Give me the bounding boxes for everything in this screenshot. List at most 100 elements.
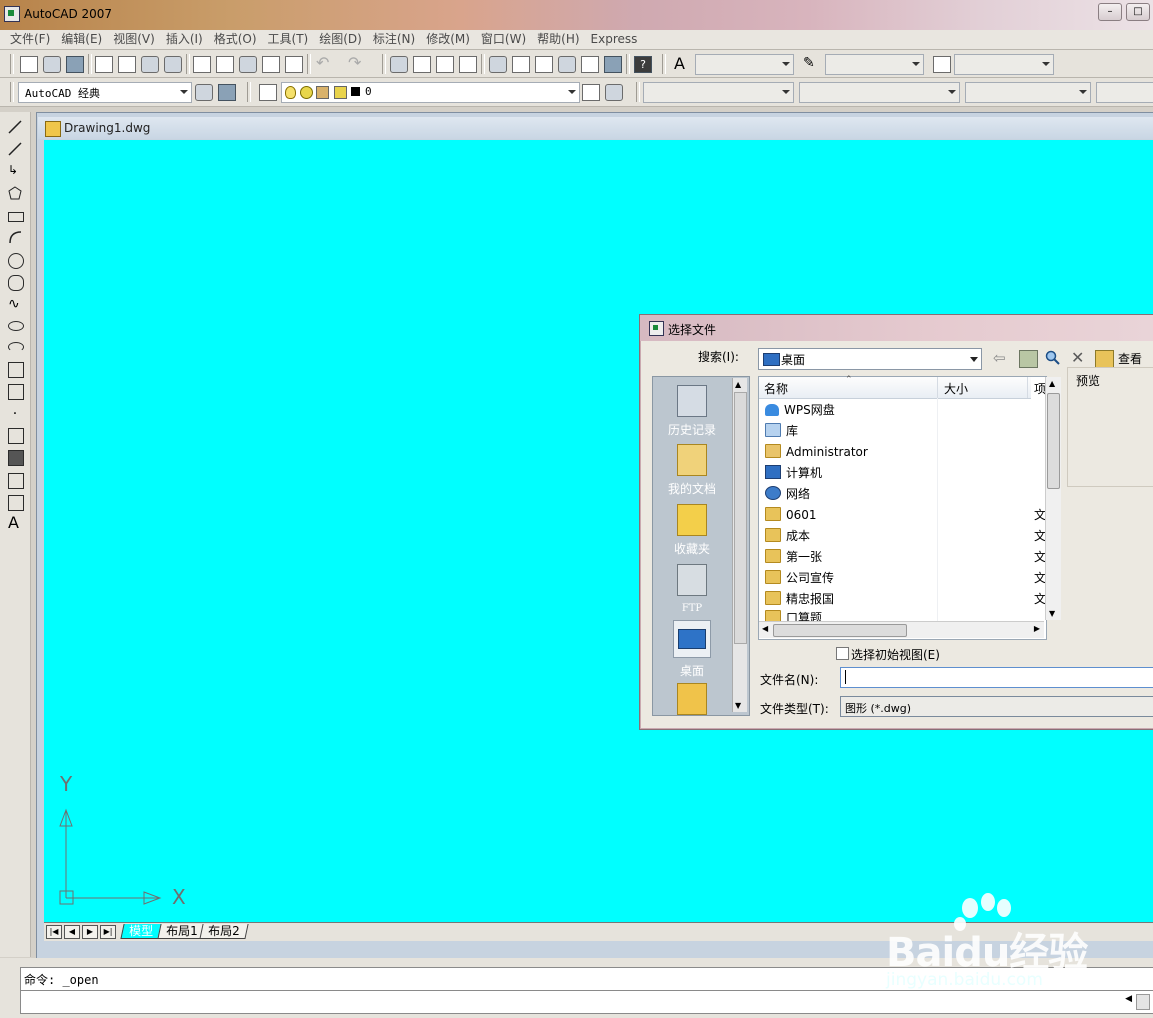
autocad-app-icon[interactable] (4, 6, 20, 22)
list-item[interactable]: 成本文 (765, 526, 1046, 547)
menu-dimension[interactable]: 标注(N) (369, 30, 422, 49)
layer-manager-icon[interactable] (259, 84, 277, 101)
zoom-window-icon[interactable] (436, 56, 454, 73)
text-style-combo[interactable] (695, 54, 794, 75)
3d-dwf-icon[interactable] (164, 56, 182, 73)
command-input[interactable]: ◀ (20, 990, 1153, 1014)
list-item[interactable]: 公司宣传文 (765, 568, 1046, 589)
delete-icon[interactable]: ✕ (1071, 350, 1088, 366)
file-list-hscroll[interactable]: ◀ ▶ (759, 621, 1044, 638)
place-history[interactable]: 历史记录 (653, 385, 731, 438)
list-item[interactable]: 0601 文 (765, 505, 1046, 526)
place-ftp[interactable]: FTP (653, 564, 731, 614)
last-tab-button[interactable]: ▶| (100, 925, 116, 939)
revision-cloud-icon[interactable] (8, 275, 24, 291)
menu-express[interactable]: Express (587, 30, 645, 49)
workspace-combo[interactable]: AutoCAD 经典 (18, 82, 192, 103)
tool-palettes-icon[interactable] (535, 56, 553, 73)
design-center-icon[interactable] (512, 56, 530, 73)
menu-modify[interactable]: 修改(M) (422, 30, 477, 49)
menu-help[interactable]: 帮助(H) (533, 30, 586, 49)
save-icon[interactable] (66, 56, 84, 73)
zoom-previous-icon[interactable] (459, 56, 477, 73)
place-more[interactable] (653, 683, 731, 719)
command-scroll-thumb[interactable] (1136, 994, 1150, 1010)
properties-icon[interactable] (489, 56, 507, 73)
match-properties-icon[interactable] (262, 56, 280, 73)
new-folder-icon[interactable] (1095, 350, 1114, 368)
ellipse-icon[interactable] (8, 321, 24, 331)
file-list-vscroll[interactable]: ▲ ▼ (1045, 377, 1061, 620)
place-desktop[interactable]: 桌面 (653, 620, 731, 679)
color-combo[interactable] (643, 82, 794, 103)
initial-view-checkbox[interactable] (836, 647, 849, 660)
list-item[interactable]: 第一张文 (765, 547, 1046, 568)
column-name[interactable]: 名称 (764, 380, 788, 397)
menu-file[interactable]: 文件(F) (0, 30, 57, 49)
cut-icon[interactable] (193, 56, 211, 73)
dim-style-icon[interactable]: ✎ (803, 56, 819, 71)
places-scrollbar[interactable]: ▲ ▼ (732, 378, 747, 712)
linetype-combo[interactable] (799, 82, 960, 103)
next-tab-button[interactable]: ▶ (82, 925, 98, 939)
filetype-combo[interactable]: 图形 (*.dwg) (840, 696, 1153, 717)
list-item[interactable]: 网络 (765, 484, 1031, 505)
list-item[interactable]: Administrator (765, 442, 1031, 463)
first-tab-button[interactable]: |◀ (46, 925, 62, 939)
place-my-documents[interactable]: 我的文档 (653, 444, 731, 497)
menu-view[interactable]: 视图(V) (109, 30, 162, 49)
undo-icon[interactable]: ↶ (316, 55, 332, 71)
polyline-icon[interactable]: ↳ (8, 164, 22, 178)
redo-icon[interactable]: ↷ (348, 55, 364, 71)
save-workspace-icon[interactable] (218, 84, 236, 101)
menu-format[interactable]: 格式(O) (210, 30, 264, 49)
markup-icon[interactable] (581, 56, 599, 73)
make-block-icon[interactable] (8, 384, 24, 400)
list-item[interactable]: WPS网盘 (765, 400, 1031, 421)
plot-style-combo[interactable] (1096, 82, 1153, 103)
help-icon[interactable]: ? (634, 56, 652, 73)
make-current-layer-icon[interactable] (582, 84, 600, 101)
menu-edit[interactable]: 编辑(E) (57, 30, 109, 49)
arc-icon[interactable] (8, 230, 22, 244)
menu-tools[interactable]: 工具(T) (264, 30, 316, 49)
table-style-combo[interactable] (954, 54, 1054, 75)
place-favorites[interactable]: 收藏夹 (653, 504, 731, 557)
list-item[interactable]: 精忠报国文 (765, 589, 1046, 610)
pan-icon[interactable] (390, 56, 408, 73)
layer-combo[interactable]: 0 (281, 82, 580, 103)
print-preview-icon[interactable] (118, 56, 136, 73)
print-icon[interactable] (95, 56, 113, 73)
open-icon[interactable] (43, 56, 61, 73)
table-style-icon[interactable] (933, 56, 951, 73)
dim-style-combo[interactable] (825, 54, 924, 75)
search-web-icon[interactable] (1045, 350, 1062, 366)
copy-icon[interactable] (216, 56, 234, 73)
tab-model[interactable]: 模型 (120, 924, 162, 939)
table-icon[interactable] (8, 495, 24, 511)
up-folder-icon[interactable] (1019, 350, 1038, 368)
text-style-icon[interactable]: A (674, 56, 690, 72)
menu-draw[interactable]: 绘图(D) (315, 30, 369, 49)
publish-icon[interactable] (141, 56, 159, 73)
location-combo[interactable]: 桌面 (758, 348, 982, 370)
menu-insert[interactable]: 插入(I) (162, 30, 210, 49)
gradient-icon[interactable] (8, 450, 24, 466)
rectangle-icon[interactable] (8, 212, 24, 222)
minimize-button[interactable]: – (1098, 3, 1122, 21)
multiline-text-icon[interactable]: A (8, 515, 22, 531)
column-size[interactable]: 大小 (944, 380, 968, 397)
back-icon[interactable]: ⇦ (993, 350, 1010, 366)
polygon-icon[interactable] (8, 186, 22, 200)
ellipse-arc-icon[interactable] (8, 342, 24, 352)
layer-previous-icon[interactable] (605, 84, 623, 101)
block-editor-icon[interactable] (285, 56, 303, 73)
restore-button[interactable]: □ (1126, 3, 1150, 21)
construction-line-icon[interactable] (8, 142, 22, 156)
calculator-icon[interactable] (604, 56, 622, 73)
prev-tab-button[interactable]: ◀ (64, 925, 80, 939)
spline-icon[interactable]: ∿ (8, 297, 22, 312)
zoom-realtime-icon[interactable] (413, 56, 431, 73)
menu-window[interactable]: 窗口(W) (477, 30, 533, 49)
circle-icon[interactable] (8, 253, 24, 269)
